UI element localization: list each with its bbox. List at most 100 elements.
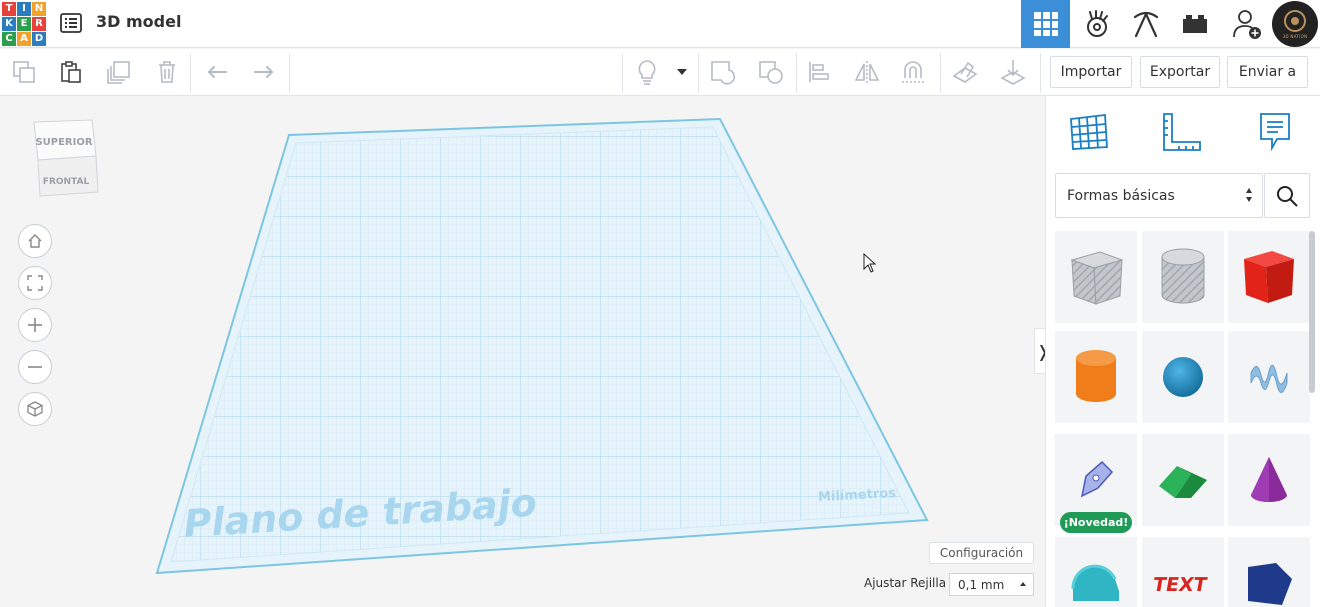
pickaxe-icon <box>1133 11 1158 38</box>
shape-tile-text[interactable]: TEXT <box>1142 537 1224 607</box>
codeblocks-view-button[interactable] <box>1121 0 1170 48</box>
logo-letter: R <box>32 17 46 31</box>
view-cube[interactable]: SUPERIOR FRONTAL <box>28 118 100 198</box>
fit-icon <box>27 275 43 291</box>
shape-tile-cylinder[interactable] <box>1055 331 1137 423</box>
logo-letter: I <box>17 2 31 16</box>
mouse-cursor-icon <box>863 253 877 273</box>
ungroup-icon <box>759 61 783 84</box>
redo-icon <box>254 66 274 78</box>
minus-icon <box>28 366 42 368</box>
shape-tile-cylinder-hole[interactable] <box>1142 231 1224 323</box>
logo-letter: C <box>2 32 16 46</box>
zoom-in-button[interactable] <box>18 308 52 342</box>
plus-icon <box>28 318 42 332</box>
send-to-button[interactable]: Enviar a <box>1227 56 1308 88</box>
scribble-icon <box>1250 364 1288 393</box>
box-icon <box>1244 251 1294 303</box>
export-button[interactable]: Exportar <box>1140 56 1220 88</box>
notes-tool-button[interactable] <box>1253 110 1297 154</box>
duplicate-icon <box>107 61 130 84</box>
sphere-icon <box>1163 357 1203 397</box>
edit-toolbar: Importar Exportar Enviar a <box>0 49 1320 96</box>
list-icon <box>60 13 82 33</box>
ruler-tool-button[interactable] <box>1160 110 1204 154</box>
paste-button[interactable] <box>56 57 86 87</box>
bricks-view-button[interactable] <box>1170 0 1219 48</box>
design-menu-button[interactable] <box>59 11 83 35</box>
shape-category-select[interactable]: Formas básicas <box>1055 173 1263 218</box>
logo-letter: K <box>2 17 16 31</box>
avatar-logo-icon <box>1284 9 1306 32</box>
top-bar: T I N K E R C A D 3D model 3D NATION <box>0 0 1320 48</box>
round-roof-icon <box>1071 564 1119 601</box>
mirror-button[interactable] <box>852 57 882 87</box>
align-button[interactable] <box>804 57 834 87</box>
drop-to-plane-icon <box>1000 60 1026 85</box>
settings-button[interactable]: Configuración <box>929 542 1034 564</box>
delete-button[interactable] <box>152 57 182 87</box>
invite-people-button[interactable] <box>1222 0 1271 48</box>
magnet-icon <box>902 61 924 83</box>
toolbar-divider <box>940 53 941 93</box>
shape-tile-polygon[interactable] <box>1228 537 1310 607</box>
lightbulb-icon <box>638 60 656 85</box>
perspective-button[interactable] <box>18 392 52 426</box>
cone-icon <box>1251 457 1287 502</box>
home-view-button[interactable] <box>18 224 52 258</box>
snap-grid-value: 0,1 mm <box>958 577 1005 592</box>
select-arrows-icon <box>1246 188 1252 202</box>
workplane-button[interactable] <box>950 57 980 87</box>
mirror-icon <box>854 61 880 83</box>
logo-letter: N <box>32 2 46 16</box>
shape-tile-round-roof[interactable] <box>1055 537 1137 607</box>
shape-category-value: Formas básicas <box>1067 187 1175 204</box>
brick-icon <box>1182 15 1207 33</box>
caret-down-icon <box>677 69 687 75</box>
toolbar-divider <box>1040 53 1041 93</box>
cube-icon <box>27 401 43 417</box>
cruise-button[interactable] <box>898 57 928 87</box>
ungroup-button[interactable] <box>756 57 786 87</box>
3d-design-view-button[interactable] <box>1021 0 1070 48</box>
shape-tile-cone[interactable] <box>1228 434 1310 526</box>
shape-tile-box[interactable] <box>1228 231 1310 323</box>
toggle-visibility-button[interactable] <box>632 57 662 87</box>
roof-icon <box>1159 466 1207 498</box>
logo-letter: T <box>2 2 16 16</box>
text-shape-icon: TEXT <box>1153 573 1209 596</box>
fit-view-button[interactable] <box>18 266 52 300</box>
align-icon <box>809 62 829 82</box>
group-button[interactable] <box>708 57 738 87</box>
design-title[interactable]: 3D model <box>96 12 181 31</box>
redo-button[interactable] <box>249 57 279 87</box>
tinker-hand-icon <box>1086 10 1108 37</box>
3d-workspace[interactable]: SUPERIOR FRONTAL Plano de trabajo Milíme… <box>0 96 1045 607</box>
workplane-tool-button[interactable] <box>1067 110 1111 154</box>
shape-tile-box-hole[interactable] <box>1055 231 1137 323</box>
user-avatar[interactable]: 3D NATION <box>1272 1 1318 47</box>
new-badge: ¡Novedad! <box>1060 512 1132 533</box>
shape-tile-sphere[interactable] <box>1142 331 1224 423</box>
tinkercad-logo[interactable]: T I N K E R C A D <box>2 2 46 46</box>
blocks-view-button[interactable] <box>1072 0 1121 48</box>
shape-tile-scribble[interactable] <box>1228 331 1310 423</box>
workplane-grid-icon <box>1070 113 1108 150</box>
workplane-canvas[interactable] <box>0 96 1045 607</box>
toolbar-divider <box>796 53 797 93</box>
undo-button[interactable] <box>202 57 232 87</box>
visibility-dropdown-button[interactable] <box>670 57 694 87</box>
panel-scrollbar[interactable] <box>1309 231 1315 393</box>
import-button[interactable]: Importar <box>1050 56 1132 88</box>
search-shapes-button[interactable] <box>1264 173 1310 218</box>
copy-button[interactable] <box>9 57 39 87</box>
toolbar-divider <box>190 53 191 93</box>
drop-button[interactable] <box>998 57 1028 87</box>
workplane-icon <box>952 61 978 83</box>
view-cube-shape: SUPERIOR FRONTAL <box>33 119 99 197</box>
search-icon <box>1277 185 1298 207</box>
zoom-out-button[interactable] <box>18 350 52 384</box>
snap-grid-select[interactable]: 0,1 mm <box>949 573 1034 596</box>
duplicate-button[interactable] <box>104 57 134 87</box>
shape-tile-roof[interactable] <box>1142 434 1224 526</box>
